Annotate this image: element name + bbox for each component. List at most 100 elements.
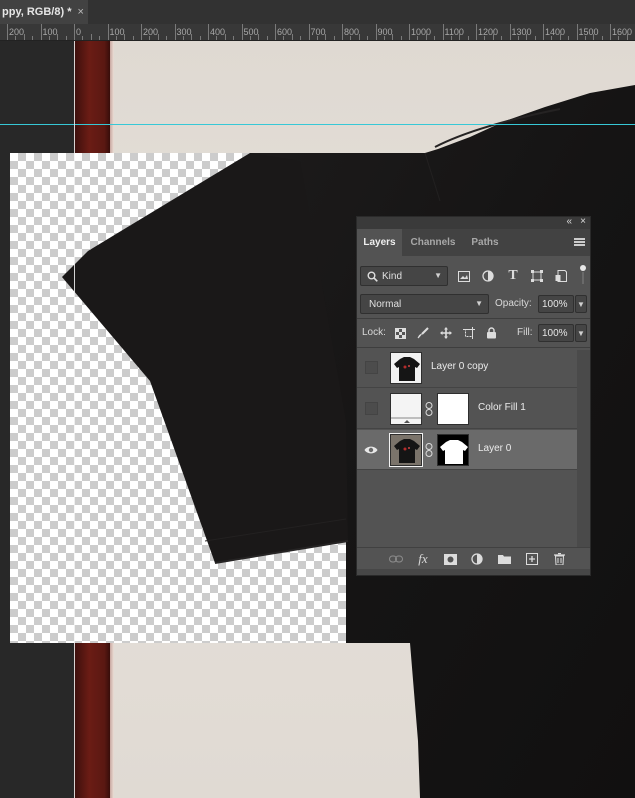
ruler-minor-tick xyxy=(132,36,134,40)
lock-fill-row: Lock: Fill: 100% ▼ xyxy=(357,322,590,344)
layers-scrollbar[interactable] xyxy=(577,350,590,547)
prevent-autonest-icon[interactable] xyxy=(461,325,477,341)
adjustment-filter-icon[interactable] xyxy=(478,266,498,286)
layer-row-color-fill-1[interactable]: Color Fill 1 xyxy=(357,389,577,429)
ruler-label: 1500 xyxy=(578,27,599,37)
opacity-label: Opacity: xyxy=(495,298,532,309)
horizontal-guide[interactable] xyxy=(0,124,635,125)
ruler-major-tick xyxy=(543,24,544,40)
shape-filter-icon[interactable] xyxy=(527,266,547,286)
tab-paths[interactable]: Paths xyxy=(464,229,506,256)
ruler-minor-tick xyxy=(291,34,293,40)
ruler-major-tick xyxy=(275,24,276,40)
blend-mode-dropdown[interactable]: Normal ▼ xyxy=(360,294,489,314)
smart-object-filter-icon[interactable] xyxy=(551,266,571,286)
visibility-toggle-hidden[interactable] xyxy=(365,361,378,374)
ruler-major-tick xyxy=(509,24,511,40)
ruler-minor-tick xyxy=(249,36,251,40)
opacity-input[interactable]: 100% xyxy=(538,295,574,313)
ruler-minor-tick xyxy=(358,34,360,40)
ruler-minor-tick xyxy=(392,34,394,40)
ruler-minor-tick xyxy=(15,36,17,40)
image-filter-icon[interactable] xyxy=(454,266,474,286)
ruler-minor-tick xyxy=(526,34,528,40)
layer-name[interactable]: Layer 0 copy xyxy=(431,361,488,372)
ruler-minor-tick xyxy=(224,34,226,40)
ruler-label: 400 xyxy=(210,27,226,37)
ruler-label: 1000 xyxy=(411,27,432,37)
delete-layer-icon[interactable] xyxy=(551,551,567,567)
new-group-icon[interactable] xyxy=(496,551,512,567)
vertical-guide[interactable] xyxy=(74,41,75,798)
ruler-minor-tick xyxy=(266,36,268,40)
fill-dropdown-arrow[interactable]: ▼ xyxy=(575,324,587,342)
ruler-minor-tick xyxy=(367,36,369,40)
fill-input[interactable]: 100% xyxy=(538,324,574,342)
layer-mask-thumbnail[interactable] xyxy=(437,434,469,466)
ruler-minor-tick xyxy=(258,34,260,40)
lock-position-icon[interactable] xyxy=(438,325,454,341)
ruler-minor-tick xyxy=(601,36,603,40)
new-layer-icon[interactable] xyxy=(524,551,540,567)
tab-channels[interactable]: Channels xyxy=(402,229,464,256)
ruler-major-tick xyxy=(107,24,109,40)
panel-resize-bar[interactable] xyxy=(357,569,590,575)
panel-tabs: Layers Channels Paths xyxy=(357,229,590,256)
panel-menu-icon[interactable] xyxy=(574,238,585,246)
ruler-minor-tick xyxy=(501,36,503,40)
eye-icon[interactable] xyxy=(363,442,379,458)
ruler-major-tick xyxy=(208,24,209,40)
search-icon xyxy=(367,271,378,282)
ruler-minor-tick xyxy=(434,36,436,40)
fill-thumbnail[interactable] xyxy=(390,393,422,425)
visibility-toggle-hidden[interactable] xyxy=(365,402,378,415)
ruler-minor-tick xyxy=(182,36,184,40)
layer-thumbnail[interactable] xyxy=(389,433,423,467)
ruler-major-tick xyxy=(576,24,578,40)
layer-name[interactable]: Color Fill 1 xyxy=(478,402,526,413)
ruler-label: 900 xyxy=(377,27,393,37)
close-icon[interactable]: × xyxy=(77,6,83,18)
ruler-minor-tick xyxy=(82,36,84,40)
lock-image-pixels-icon[interactable] xyxy=(415,325,431,341)
document-tab[interactable]: ppy, RGB/8) * × xyxy=(0,0,88,24)
layer-name[interactable]: Layer 0 xyxy=(478,443,511,454)
layer-row-layer-0[interactable]: Layer 0 xyxy=(357,430,577,470)
ruler-minor-tick xyxy=(115,36,117,40)
ruler-minor-tick xyxy=(584,36,586,40)
collapse-panel-icon[interactable]: « xyxy=(566,216,572,227)
opacity-dropdown-arrow[interactable]: ▼ xyxy=(575,295,587,313)
ruler-minor-tick xyxy=(216,36,218,40)
ruler-minor-tick xyxy=(593,34,595,40)
ruler-minor-tick xyxy=(325,34,327,40)
lock-all-icon[interactable] xyxy=(483,325,499,341)
type-filter-icon[interactable]: T xyxy=(503,266,523,286)
ruler-minor-tick xyxy=(618,36,620,40)
filter-kind-dropdown[interactable]: Kind ▼ xyxy=(360,266,448,286)
ruler-minor-tick xyxy=(233,36,235,40)
ruler-minor-tick xyxy=(191,34,193,40)
ruler-minor-tick xyxy=(99,36,101,40)
layers-panel: « × Layers Channels Paths Kind ▼ T Norma… xyxy=(356,216,591,576)
layer-thumbnail[interactable] xyxy=(390,352,422,384)
new-adjustment-layer-icon[interactable] xyxy=(469,551,485,567)
ruler-minor-tick xyxy=(350,36,352,40)
layer-row-layer-0-copy[interactable]: Layer 0 copy xyxy=(357,348,577,388)
ruler-major-tick xyxy=(442,24,444,40)
ruler-minor-tick xyxy=(65,36,67,40)
horizontal-ruler[interactable]: 200 100 0 100 200 300 400 500 600 700 800 900 1000 11… xyxy=(0,24,635,41)
add-mask-icon[interactable] xyxy=(442,551,458,567)
layer-mask-thumbnail[interactable] xyxy=(437,393,469,425)
link-icon[interactable] xyxy=(425,443,435,457)
close-panel-icon[interactable]: × xyxy=(580,216,586,227)
tab-layers[interactable]: Layers xyxy=(357,229,402,256)
fx-icon[interactable]: fx xyxy=(415,551,431,567)
filter-toggle-switch[interactable] xyxy=(580,265,586,285)
link-layers-icon[interactable] xyxy=(388,551,404,567)
ruler-label: 200 xyxy=(9,27,25,37)
chevron-down-icon: ▼ xyxy=(475,299,483,308)
link-icon[interactable] xyxy=(425,402,435,416)
lock-transparent-pixels-icon[interactable] xyxy=(392,325,408,341)
panel-title-bar[interactable]: « × xyxy=(357,216,590,229)
ruler-minor-tick xyxy=(626,34,628,40)
